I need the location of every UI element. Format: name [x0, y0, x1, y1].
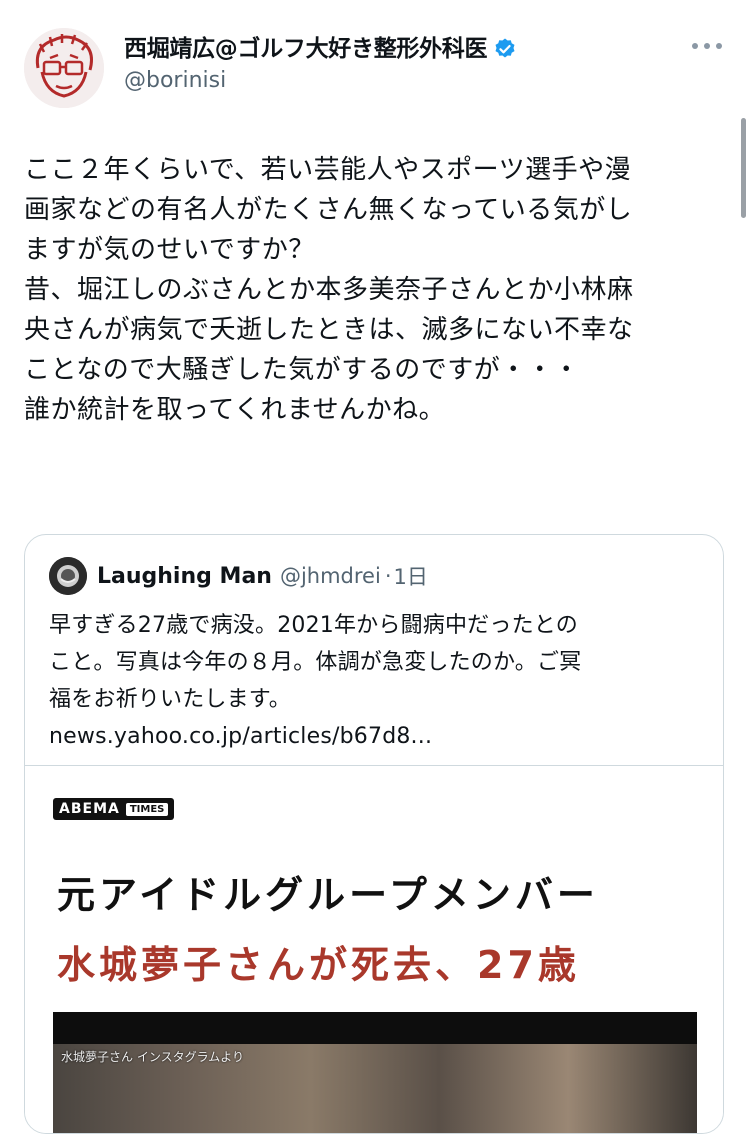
caricature-avatar-icon — [24, 28, 104, 108]
card-headline-line1: 元アイドルグループメンバー — [57, 873, 599, 917]
link-preview-card[interactable]: ABEMA TIMES 元アイドルグループメンバー 水城夢子さんが死去、27歳 … — [25, 765, 723, 1133]
card-headline-line2: 水城夢子さんが死去、27歳 — [57, 943, 580, 987]
quote-text: 早すぎる27歳で病没。2021年から闘病中だったとの こと。写真は今年の８月。体… — [49, 613, 582, 749]
laughing-man-avatar-icon — [49, 557, 87, 595]
more-options-icon[interactable] — [688, 34, 726, 58]
card-photo: 水城夢子さん インスタグラムより — [53, 1012, 697, 1133]
author-handle[interactable]: @borinisi — [124, 66, 517, 96]
quote-separator: · — [384, 564, 392, 588]
quoted-tweet[interactable]: Laughing Man @jhmdrei · 1日 早すぎる27歳で病没。20… — [24, 534, 724, 1134]
quote-author-handle[interactable]: @jhmdrei — [280, 564, 381, 588]
photo-caption: 水城夢子さん インスタグラムより — [61, 1050, 244, 1064]
author-display-name[interactable]: 西堀靖広@ゴルフ大好き整形外科医 — [124, 34, 488, 64]
abema-logo-word: ABEMA — [59, 801, 120, 817]
quote-timestamp[interactable]: 1日 — [394, 561, 428, 591]
quote-author-avatar[interactable] — [49, 557, 87, 595]
scrollbar[interactable] — [741, 118, 746, 218]
abema-logo-times: TIMES — [125, 802, 169, 816]
abema-times-logo: ABEMA TIMES — [53, 798, 175, 820]
verified-badge-icon — [495, 38, 515, 58]
author-avatar[interactable] — [24, 28, 104, 108]
tweet-text: ここ２年くらいで、若い芸能人やスポーツ選手や漫 画家などの有名人がたくさん無くな… — [24, 155, 634, 425]
tweet-header: 西堀靖広@ゴルフ大好き整形外科医 @borinisi — [24, 24, 726, 114]
quote-author-name[interactable]: Laughing Man — [97, 564, 272, 589]
